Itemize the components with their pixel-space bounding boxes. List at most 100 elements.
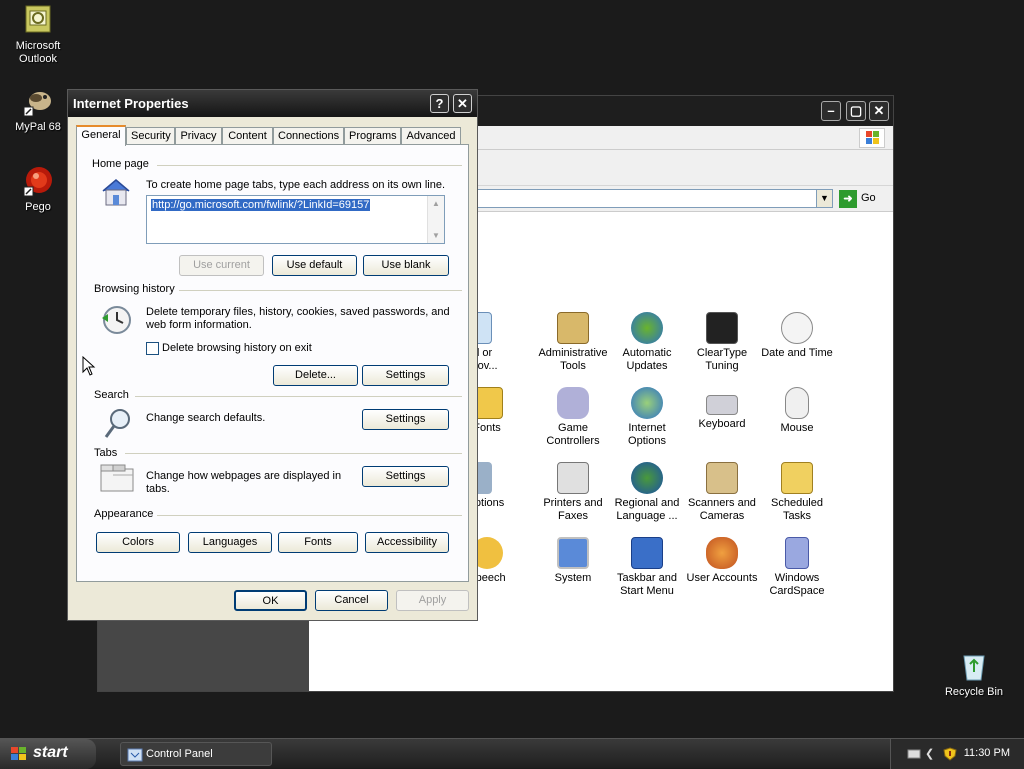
cp-item[interactable]: Game Controllers: [534, 387, 612, 448]
cp-item-label: Game Controllers: [546, 422, 600, 447]
chevron-up-icon[interactable]: ▲: [428, 196, 444, 212]
cleartype-icon: [706, 312, 738, 344]
ok-button[interactable]: OK: [234, 590, 307, 611]
desktop-icon-outlook[interactable]: Microsoft Outlook: [0, 4, 76, 66]
maximize-button[interactable]: ▢: [846, 101, 866, 121]
dialog-title: Internet Properties: [73, 96, 189, 111]
home-page-input[interactable]: http://go.microsoft.com/fwlink/?LinkId=6…: [146, 195, 445, 244]
section-divider: [135, 396, 462, 397]
clock: 11:30 PM: [963, 747, 1010, 759]
system-icon: [557, 537, 589, 569]
home-page-description: To create home page tabs, type each addr…: [146, 179, 446, 191]
cp-item[interactable]: ClearType Tuning: [683, 312, 761, 373]
taskbar-item-control-panel[interactable]: Control Panel: [120, 742, 272, 766]
tab-security[interactable]: Security: [126, 127, 175, 145]
cp-item[interactable]: Administrative Tools: [534, 312, 612, 373]
tab-programs[interactable]: Programs: [344, 127, 401, 145]
colors-button[interactable]: Colors: [96, 532, 180, 553]
cp-item[interactable]: Printers and Faxes: [534, 462, 612, 523]
use-blank-button[interactable]: Use blank: [363, 255, 449, 276]
cp-item-label: Automatic Updates: [622, 347, 672, 372]
home-page-url: http://go.microsoft.com/fwlink/?LinkId=6…: [151, 199, 371, 211]
browsing-history-description: Delete temporary files, history, cookies…: [146, 306, 450, 332]
cp-item[interactable]: Date and Time: [758, 312, 836, 360]
cp-item[interactable]: System: [534, 537, 612, 585]
tabs-description-line-1: Change how webpages are displayed in: [146, 470, 342, 482]
minimize-button[interactable]: –: [821, 101, 841, 121]
cp-item-label: Mouse: [780, 422, 814, 434]
keyboard-icon: [706, 395, 738, 415]
tab-connections[interactable]: Connections: [273, 127, 344, 145]
tabs-heading: Tabs: [94, 447, 122, 459]
desktop-icon-label: Pego: [25, 201, 51, 213]
pego-icon: [22, 165, 54, 197]
cp-item[interactable]: Scheduled Tasks: [758, 462, 836, 523]
network-icon[interactable]: [907, 747, 921, 761]
help-button[interactable]: ?: [430, 94, 449, 113]
automatic-updates-icon: [631, 312, 663, 344]
tab-privacy[interactable]: Privacy: [175, 127, 222, 145]
desktop-icon-mypal[interactable]: MyPal 68: [0, 85, 76, 134]
printers-icon: [557, 462, 589, 494]
tabs-description: Change how webpages are displayed in tab…: [146, 470, 341, 496]
start-button[interactable]: start: [0, 739, 96, 769]
scheduled-tasks-icon: [781, 462, 813, 494]
security-shield-icon[interactable]: [943, 747, 957, 761]
go-button[interactable]: ➜ Go: [839, 190, 885, 208]
dialog-titlebar: Internet Properties ? ✕: [68, 90, 477, 117]
chevron-left-icon[interactable]: ❮: [925, 747, 939, 761]
scanners-icon: [706, 462, 738, 494]
taskbar-icon: [631, 537, 663, 569]
system-tray: ❮ 11:30 PM: [890, 739, 1024, 769]
close-button[interactable]: ✕: [869, 101, 889, 121]
scrollbar[interactable]: ▲ ▼: [427, 196, 444, 243]
tabs-description-line-2: tabs.: [146, 483, 170, 495]
apply-button[interactable]: Apply: [396, 590, 469, 611]
mouse-icon: [785, 387, 809, 419]
languages-button[interactable]: Languages: [188, 532, 272, 553]
home-page-heading: Home page: [92, 158, 153, 170]
regional-icon: [631, 462, 663, 494]
cp-item[interactable]: Automatic Updates: [608, 312, 686, 373]
cp-item[interactable]: Internet Options: [608, 387, 686, 448]
cancel-button[interactable]: Cancel: [315, 590, 388, 611]
tab-general[interactable]: General: [76, 125, 126, 146]
browsing-history-settings-button[interactable]: Settings: [362, 365, 449, 386]
cp-item[interactable]: Keyboard: [683, 387, 761, 431]
cp-item-label: Keyboard: [698, 418, 746, 430]
tab-advanced[interactable]: Advanced: [401, 127, 461, 145]
accessibility-button[interactable]: Accessibility: [365, 532, 449, 553]
search-heading: Search: [94, 389, 133, 401]
chevron-down-icon[interactable]: ▼: [816, 189, 833, 208]
tab-content[interactable]: Content: [222, 127, 273, 145]
desktop-icon-pego[interactable]: Pego: [0, 165, 76, 214]
search-settings-button[interactable]: Settings: [362, 409, 449, 430]
browsing-history-heading: Browsing history: [94, 283, 179, 295]
tabs-settings-button[interactable]: Settings: [362, 466, 449, 487]
delete-on-exit-checkbox[interactable]: [146, 342, 159, 355]
browsing-history-line-2: web form information.: [146, 319, 252, 331]
cp-item-label: Internet Options: [628, 422, 666, 447]
delete-button[interactable]: Delete...: [273, 365, 358, 386]
windows-logo-icon: [859, 128, 885, 148]
internet-properties-dialog: Internet Properties ? ✕ General Security…: [67, 89, 478, 621]
cp-item[interactable]: Regional and Language ...: [608, 462, 686, 523]
appearance-heading: Appearance: [94, 508, 158, 520]
chevron-down-icon[interactable]: ▼: [428, 228, 444, 244]
control-panel-icon: [127, 747, 143, 763]
section-divider: [157, 515, 462, 516]
cp-item[interactable]: Taskbar and Start Menu: [608, 537, 686, 598]
close-button[interactable]: ✕: [453, 94, 472, 113]
desktop-icon-recycle-bin[interactable]: Recycle Bin: [936, 650, 1012, 699]
use-current-button[interactable]: Use current: [179, 255, 264, 276]
cp-item[interactable]: Scanners and Cameras: [683, 462, 761, 523]
cp-item[interactable]: Windows CardSpace: [758, 537, 836, 598]
cp-item-label: Taskbar and Start Menu: [617, 572, 677, 597]
fonts-button[interactable]: Fonts: [278, 532, 358, 553]
cp-item[interactable]: Mouse: [758, 387, 836, 435]
cp-item[interactable]: User Accounts: [683, 537, 761, 585]
use-default-button[interactable]: Use default: [272, 255, 357, 276]
desktop-icon-label: MyPal 68: [15, 121, 61, 133]
delete-on-exit-label[interactable]: Delete browsing history on exit: [162, 342, 312, 355]
cp-item-label: ClearType Tuning: [696, 347, 748, 372]
